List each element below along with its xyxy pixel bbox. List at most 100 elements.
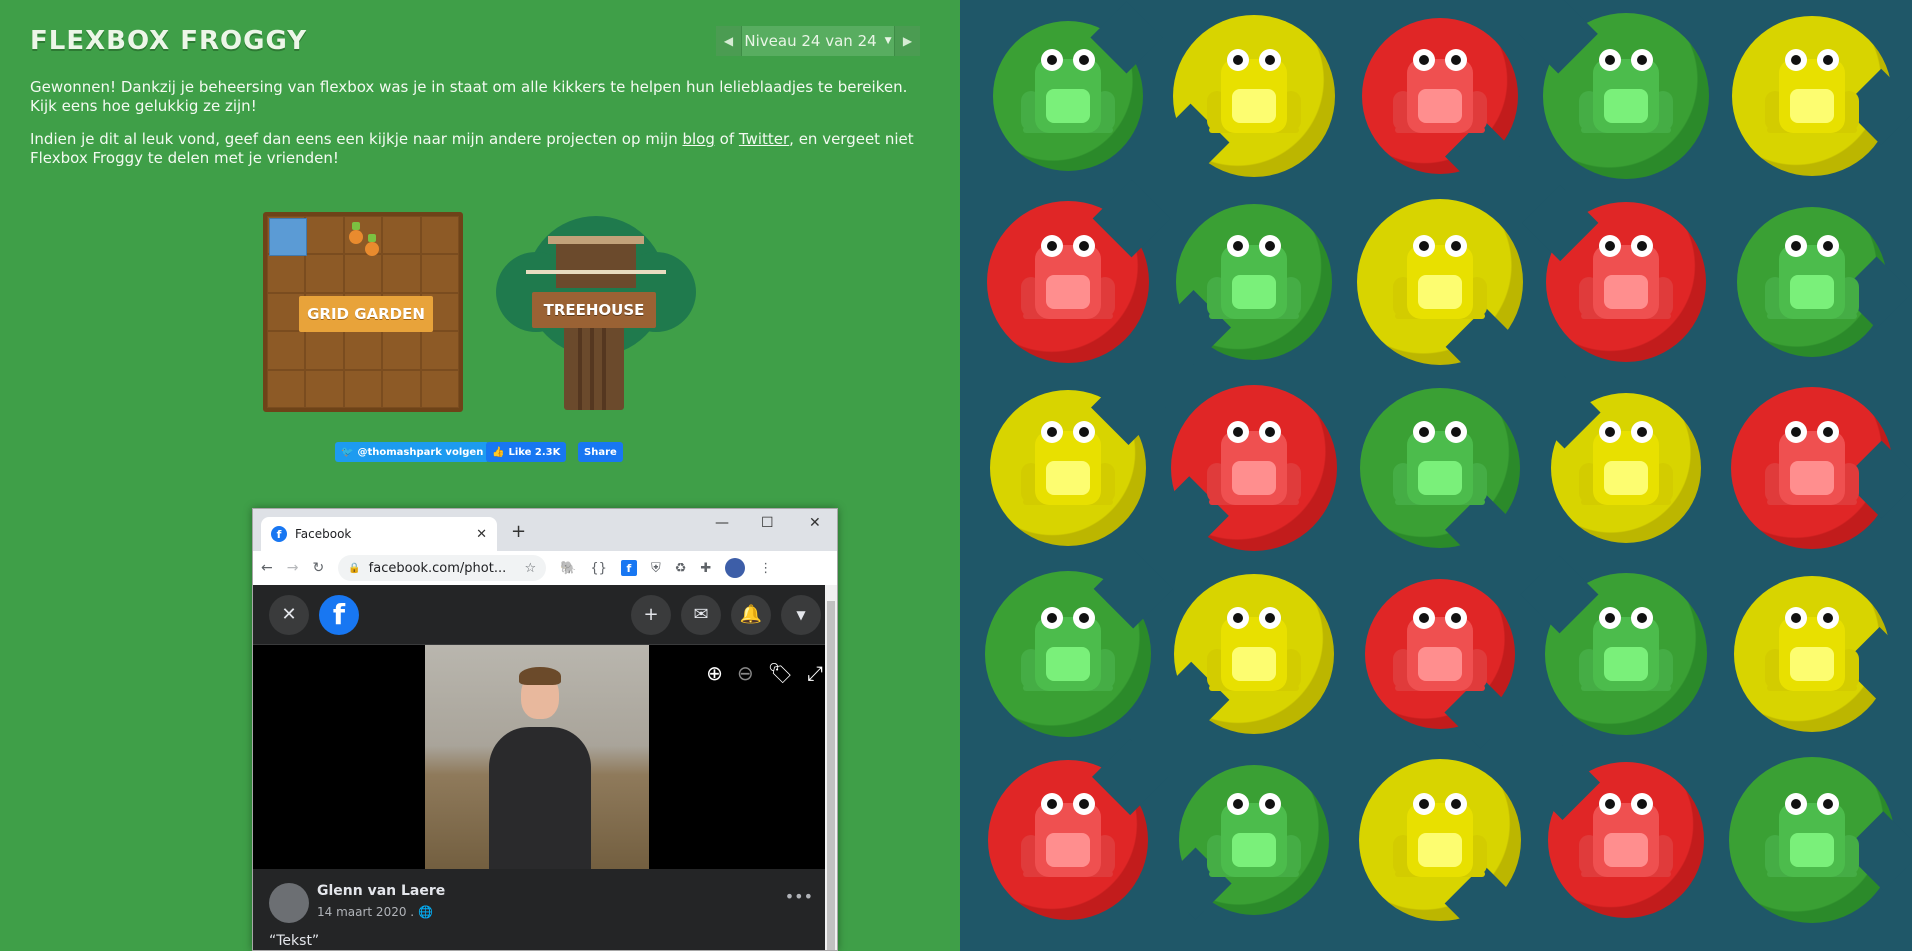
facebook-like-label: Like 2.3K xyxy=(508,446,561,458)
blog-link[interactable]: blog xyxy=(682,130,714,148)
frog-yellow xyxy=(1013,413,1123,523)
back-icon[interactable]: ← xyxy=(261,560,273,576)
new-tab-button[interactable]: + xyxy=(511,521,526,542)
frog-yellow xyxy=(1571,413,1681,523)
recycle-icon[interactable]: ♻ xyxy=(675,561,687,576)
close-tab-icon[interactable]: ✕ xyxy=(476,527,487,542)
zoom-in-icon[interactable]: ⊕ xyxy=(706,661,723,685)
facebook-favicon-icon: f xyxy=(271,526,287,542)
extension-icon[interactable]: {} xyxy=(590,561,607,576)
frog-red xyxy=(1757,413,1867,523)
thumbs-up-icon: 👍 xyxy=(492,446,505,458)
frog-yellow xyxy=(1385,785,1495,895)
address-bar[interactable]: 🔒 facebook.com/phot... ☆ xyxy=(338,555,547,581)
author-avatar[interactable] xyxy=(269,883,309,923)
treehouse-label: TREEHOUSE xyxy=(532,292,656,328)
frog-red xyxy=(1571,785,1681,895)
previous-level-button[interactable]: ◀ xyxy=(716,26,742,56)
url-text: facebook.com/phot... xyxy=(368,560,507,576)
post-date: 14 maart 2020 . 🌐 xyxy=(317,905,433,919)
frog-green xyxy=(1013,599,1123,709)
menu-dots-icon[interactable]: ⋮ xyxy=(759,561,772,576)
leaf-icon xyxy=(368,234,376,242)
lock-icon: 🔒 xyxy=(348,562,361,574)
reload-icon[interactable]: ↻ xyxy=(312,560,324,576)
tree-trunk xyxy=(564,322,624,410)
frog-green xyxy=(1013,41,1123,151)
post-date-text: 14 maart 2020 . xyxy=(317,905,415,919)
photo[interactable] xyxy=(425,645,649,869)
post-info: Glenn van Laere 14 maart 2020 . 🌐 ••• “T… xyxy=(253,869,837,950)
treehouse-promo[interactable]: TREEHOUSE xyxy=(496,212,696,412)
frog-yellow xyxy=(1385,227,1495,337)
level-selector[interactable]: Niveau 24 van 24 ▼ xyxy=(742,26,894,56)
level-indicator: Niveau 24 van 24 xyxy=(744,32,877,50)
facebook-extension-icon[interactable]: f xyxy=(620,560,637,576)
minimize-button[interactable]: — xyxy=(715,515,729,531)
game-logo: FLEXBOX FROGGY xyxy=(30,26,308,56)
scrollbar[interactable] xyxy=(825,585,837,950)
twitter-follow-button[interactable]: 🐦 @thomashpark volgen xyxy=(335,442,490,462)
frog-green xyxy=(1199,785,1309,895)
forward-icon[interactable]: → xyxy=(287,560,299,576)
profile-avatar[interactable] xyxy=(725,558,746,578)
twitter-bird-icon: 🐦 xyxy=(341,446,354,458)
notifications-bell-icon[interactable]: 🔔 xyxy=(731,594,771,635)
frog-red xyxy=(1199,413,1309,523)
messenger-icon[interactable]: ✉ xyxy=(681,594,721,635)
frog-yellow xyxy=(1757,599,1867,709)
create-button[interactable]: + xyxy=(631,594,671,635)
tab-bar: f Facebook ✕ + — ☐ ✕ xyxy=(253,509,837,551)
puzzle-icon[interactable]: ✚ xyxy=(700,561,711,576)
tab-facebook[interactable]: f Facebook ✕ xyxy=(261,517,497,551)
water-tile xyxy=(269,218,307,256)
arrow-left-icon: ◀ xyxy=(723,34,734,48)
share-message: Indien je dit al leuk vond, geef dan een… xyxy=(30,130,930,168)
share-text-pre: Indien je dit al leuk vond, geef dan een… xyxy=(30,130,683,148)
frog-yellow xyxy=(1757,41,1867,151)
maximize-button[interactable]: ☐ xyxy=(761,515,774,531)
frog-red xyxy=(1385,599,1495,709)
frog-green xyxy=(1757,785,1867,895)
bookmark-star-icon[interactable]: ☆ xyxy=(525,561,537,576)
board-panel xyxy=(960,0,1912,951)
share-text-mid: of xyxy=(714,130,739,148)
post-author[interactable]: Glenn van Laere xyxy=(317,883,445,899)
facebook-share-button[interactable]: Share xyxy=(578,442,623,462)
account-menu-button[interactable]: ▼ xyxy=(781,594,821,635)
frog-red xyxy=(1571,227,1681,337)
facebook-share-label: Share xyxy=(584,446,617,458)
leaf-icon xyxy=(352,222,360,230)
facebook-like-button[interactable]: 👍 Like 2.3K xyxy=(486,442,567,462)
facebook-logo-icon[interactable]: f xyxy=(319,594,359,635)
frog-green xyxy=(1571,599,1681,709)
fullscreen-icon[interactable]: ⤢ xyxy=(807,661,823,685)
more-options-icon[interactable]: ••• xyxy=(785,887,813,906)
frog-yellow xyxy=(1199,41,1309,151)
level-navigation: ◀ Niveau 24 van 24 ▼ ▶ xyxy=(716,26,920,56)
frog-red xyxy=(1013,785,1123,895)
tag-icon[interactable]: 🏷 xyxy=(768,661,793,685)
twitter-link[interactable]: Twitter xyxy=(739,130,789,148)
grid-garden-promo[interactable]: GRID GARDEN xyxy=(263,212,463,412)
zoom-out-icon[interactable]: ⊖ xyxy=(737,661,754,685)
frog-red xyxy=(1013,227,1123,337)
extension-icon[interactable]: 🐘 xyxy=(560,561,576,576)
shield-icon[interactable]: ⛨ xyxy=(651,561,661,576)
frog-red xyxy=(1385,41,1495,151)
photo-tools: ⊕ ⊖ 🏷 ⤢ xyxy=(706,661,823,685)
globe-icon: 🌐 xyxy=(417,905,433,919)
close-photo-button[interactable]: ✕ xyxy=(269,594,309,635)
carrot-icon xyxy=(349,230,363,244)
scrollbar-thumb[interactable] xyxy=(827,601,835,950)
frog-green xyxy=(1757,227,1867,337)
frog-yellow xyxy=(1199,599,1309,709)
tab-title: Facebook xyxy=(295,527,352,541)
close-window-button[interactable]: ✕ xyxy=(809,515,821,531)
caret-down-icon: ▼ xyxy=(884,36,892,46)
treehouse-rail xyxy=(526,270,666,274)
frog-green xyxy=(1199,227,1309,337)
next-level-button[interactable]: ▶ xyxy=(894,26,920,56)
treehouse-cabin xyxy=(556,242,636,288)
twitter-follow-label: @thomashpark volgen xyxy=(357,446,484,458)
